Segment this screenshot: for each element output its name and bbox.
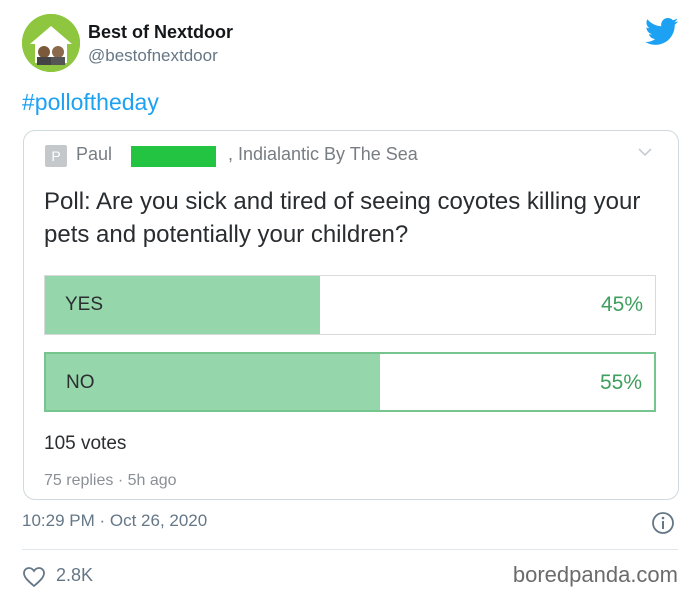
- redaction-bar: [131, 146, 216, 167]
- poll-question: Poll: Are you sick and tired of seeing c…: [44, 188, 641, 248]
- avatar[interactable]: [22, 14, 80, 72]
- info-icon[interactable]: [651, 511, 675, 535]
- account-handle[interactable]: @bestofnextdoor: [88, 46, 218, 66]
- author-name: Paul: [76, 144, 113, 164]
- tweet-timestamp[interactable]: 10:29 PM · Oct 26, 2020: [22, 511, 207, 531]
- poll-option-label: NO: [66, 372, 95, 393]
- avatar-logo: [22, 14, 80, 72]
- author-initial-badge: P: [45, 145, 67, 167]
- account-name[interactable]: Best of Nextdoor: [88, 22, 233, 43]
- twitter-bird-icon[interactable]: [645, 18, 679, 46]
- poll-option-percent: 55%: [599, 371, 642, 394]
- poll-option-percent: 45%: [600, 293, 643, 316]
- divider: [22, 549, 678, 550]
- like-count: 2.8K: [56, 565, 94, 585]
- vote-count: 105 votes: [44, 433, 127, 454]
- nextdoor-post-card[interactable]: P Paul , Indialantic By The Sea Poll: Ar…: [23, 130, 679, 500]
- hashtag-link[interactable]: #polloftheday: [22, 89, 159, 116]
- replies-time: 75 replies · 5h ago: [44, 472, 177, 489]
- nextdoor-post: P Paul , Indialantic By The Sea Poll: Ar…: [24, 131, 678, 499]
- poll-option-no: NO 55%: [44, 352, 656, 412]
- heart-icon: [23, 567, 45, 588]
- poll-option-no-bar: [46, 354, 381, 410]
- chevron-down-icon: [638, 148, 652, 157]
- poll-option-yes: YES 45%: [44, 275, 656, 335]
- watermark: boredpanda.com: [512, 562, 678, 587]
- author-location: , Indialantic By The Sea: [228, 144, 418, 164]
- poll-option-label: YES: [65, 294, 104, 315]
